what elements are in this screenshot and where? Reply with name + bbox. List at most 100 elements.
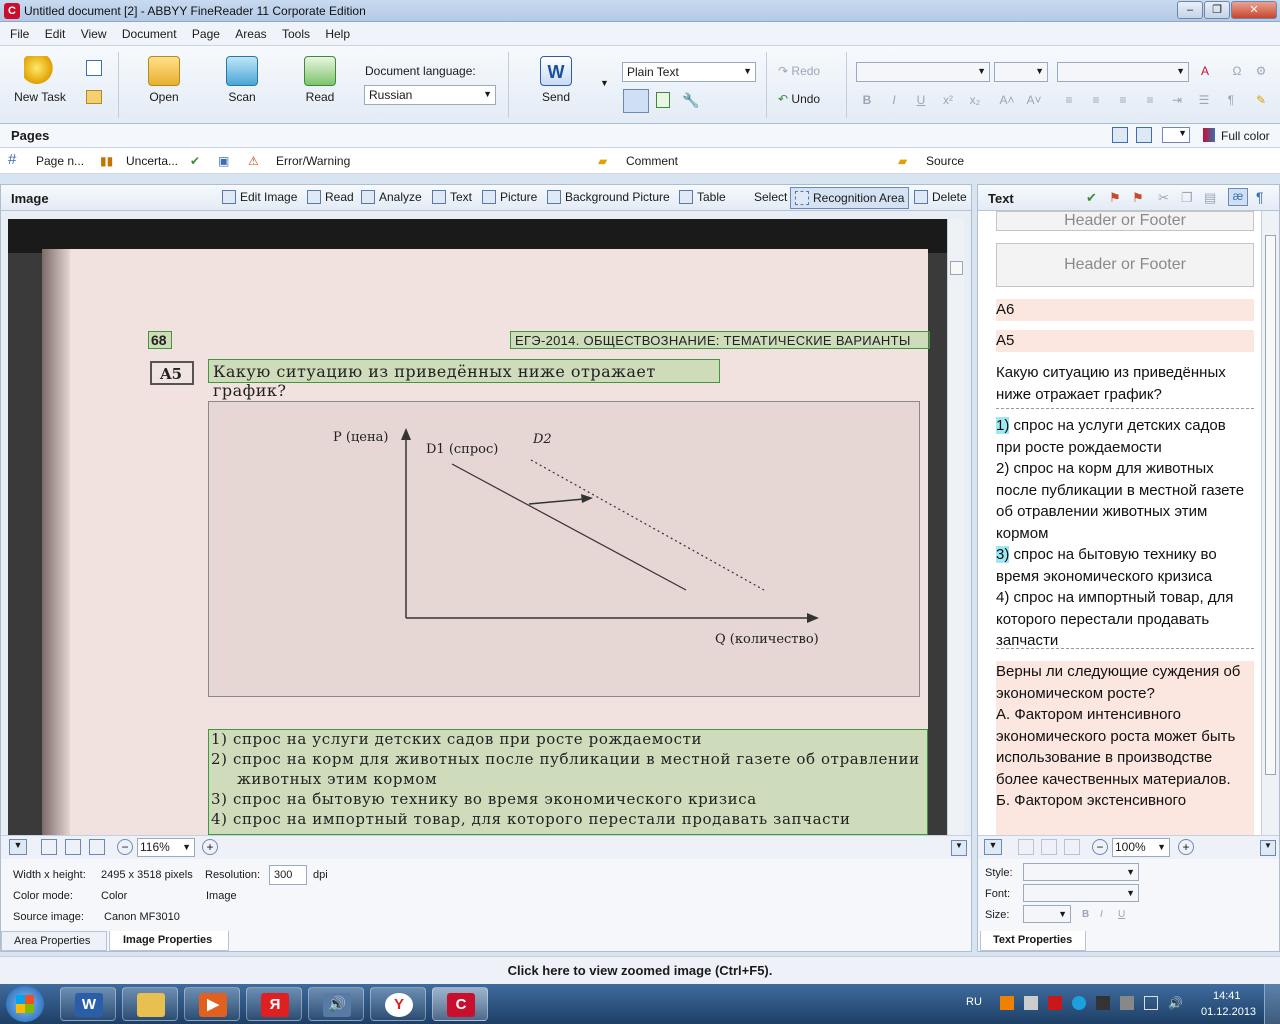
taskbar-yandex-browser[interactable]: Y xyxy=(370,987,426,1021)
cut-icon[interactable]: ✂ xyxy=(1158,190,1169,206)
text-style-select[interactable]: ▼ xyxy=(1023,863,1139,881)
full-color-button[interactable]: Full color xyxy=(1221,129,1270,143)
menu-page[interactable]: Page xyxy=(186,22,226,41)
recognition-area-chart[interactable]: P (цена) D1 (спрос) D2 Q (количество) xyxy=(208,401,920,697)
omega-icon[interactable]: Ω xyxy=(1228,62,1246,80)
recognition-area-tool[interactable]: Recognition Area xyxy=(790,187,910,209)
column-error-warning[interactable]: Error/Warning xyxy=(276,154,350,168)
page-up-icon[interactable] xyxy=(1112,127,1128,143)
fit-page-icon[interactable] xyxy=(41,839,57,855)
recognition-area-page-number[interactable]: 68 xyxy=(148,331,172,349)
resolution-input[interactable]: 300 xyxy=(269,865,307,885)
zoom-out-icon[interactable]: − xyxy=(1092,839,1108,855)
align-center-icon[interactable]: ≡ xyxy=(1087,91,1105,109)
skype-icon[interactable] xyxy=(1072,996,1086,1010)
align-right-icon[interactable]: ≡ xyxy=(1114,91,1132,109)
show-formatting-icon[interactable]: ¶ xyxy=(1256,189,1264,205)
taskbar-media[interactable]: ▶ xyxy=(184,987,240,1021)
analyze-tool[interactable]: Analyze xyxy=(361,190,422,204)
recognized-text-editor[interactable]: Header or Footer Header or Footer А6 А5 … xyxy=(978,211,1261,835)
size-combo[interactable]: ▼ xyxy=(994,62,1048,82)
menu-file[interactable]: File xyxy=(4,22,35,41)
network-icon[interactable] xyxy=(1144,996,1158,1010)
folder-small-icon[interactable] xyxy=(86,90,102,104)
column-source[interactable]: Source xyxy=(926,154,964,168)
select-tool[interactable]: Select xyxy=(736,190,787,204)
indent-icon[interactable]: ⇥ xyxy=(1168,91,1186,109)
text-zoom-select[interactable]: 100% ▼ xyxy=(1112,838,1170,857)
page-view-dropdown[interactable]: ▼ xyxy=(1162,127,1190,143)
send-button[interactable]: W Send xyxy=(526,56,586,104)
tray-icon-6[interactable] xyxy=(1120,996,1134,1010)
document-language-select[interactable]: Russian ▼ xyxy=(364,85,496,105)
highlight-pen-icon[interactable]: ✎ xyxy=(1252,91,1270,109)
scroll-down-icon[interactable]: ▼ xyxy=(951,840,967,856)
taskbar-yandex[interactable]: Я xyxy=(246,987,302,1021)
italic-icon[interactable]: I xyxy=(885,91,903,109)
paragraph-a6[interactable]: А6 xyxy=(996,299,1254,321)
column-comment[interactable]: Comment xyxy=(626,154,678,168)
header-footer-block-2[interactable]: Header or Footer xyxy=(996,243,1254,287)
two-pages-icon[interactable] xyxy=(89,839,105,855)
start-button[interactable] xyxy=(6,986,44,1022)
paragraph-answers[interactable]: 1) спрос на услуги детских садов при рос… xyxy=(996,415,1254,652)
fit-page-icon[interactable] xyxy=(1018,839,1034,855)
font-color-icon[interactable]: A xyxy=(1196,62,1214,80)
new-window-icon[interactable] xyxy=(86,60,102,76)
tray-icon-2[interactable] xyxy=(1024,996,1038,1010)
text-area-tool[interactable]: Text xyxy=(432,190,472,204)
column-uncertain[interactable]: Uncerta... xyxy=(126,154,178,168)
format-select[interactable]: Plain Text ▼ xyxy=(622,62,756,82)
scroll-down-icon[interactable]: ▼ xyxy=(1260,840,1276,856)
menu-view[interactable]: View xyxy=(75,22,113,41)
increase-font-icon[interactable]: A˄ xyxy=(998,91,1016,109)
new-task-button[interactable]: New Task xyxy=(8,56,72,104)
italic-icon[interactable]: I xyxy=(1100,909,1103,920)
bold-icon[interactable]: B xyxy=(1082,909,1089,920)
taskbar-sound[interactable]: 🔊 xyxy=(308,987,364,1021)
paste-icon[interactable]: ▤ xyxy=(1204,190,1216,206)
recognition-area-answers[interactable]: 1) спрос на услуги детских садов при рос… xyxy=(208,729,928,835)
menu-edit[interactable]: Edit xyxy=(39,22,72,41)
save-icon[interactable]: ▣ xyxy=(218,154,229,168)
read-tool[interactable]: Read xyxy=(307,190,354,204)
recognition-area-question[interactable]: Какую ситуацию из приведённых ниже отраж… xyxy=(208,359,720,400)
tray-icon-5[interactable] xyxy=(1096,996,1110,1010)
taskbar-finereader[interactable]: C xyxy=(432,987,488,1021)
table-area-tool[interactable]: Table xyxy=(679,190,726,204)
taskbar-explorer[interactable] xyxy=(122,987,178,1021)
fit-width-icon[interactable] xyxy=(65,839,81,855)
underline-icon[interactable]: U xyxy=(1118,909,1125,920)
decrease-font-icon[interactable]: A˅ xyxy=(1025,91,1043,109)
options-wrench-icon[interactable]: 🔧 xyxy=(682,92,699,108)
text-font-select[interactable]: ▼ xyxy=(1023,884,1139,902)
underline-icon[interactable]: U xyxy=(912,91,930,109)
menu-document[interactable]: Document xyxy=(116,22,183,41)
column-page-number[interactable]: Page n... xyxy=(36,154,84,168)
recognition-area-header[interactable]: ЕГЭ-2014. ОБЩЕСТВОЗНАНИЕ: ТЕМАТИЧЕСКИЕ В… xyxy=(510,331,930,349)
next-error-icon[interactable]: ⚑ xyxy=(1132,190,1144,206)
tray-icon-3[interactable] xyxy=(1048,996,1062,1010)
previous-error-icon[interactable]: ⚑ xyxy=(1109,190,1121,206)
edit-image-tool[interactable]: Edit Image xyxy=(222,190,297,204)
read-button[interactable]: Read xyxy=(290,56,350,104)
checkmark-icon[interactable]: ✔ xyxy=(190,154,200,168)
copy-icon[interactable]: ❐ xyxy=(1181,190,1193,206)
menu-areas[interactable]: Areas xyxy=(229,22,272,41)
tray-icon-1[interactable] xyxy=(1000,996,1014,1010)
collapse-icon[interactable]: ▼ xyxy=(984,839,1002,855)
background-picture-tool[interactable]: Background Picture xyxy=(547,190,670,204)
list-icon[interactable]: ☰ xyxy=(1195,91,1213,109)
zoom-image-hint-bar[interactable]: Click here to view zoomed image (Ctrl+F5… xyxy=(0,956,1280,984)
retain-layout-icon[interactable] xyxy=(623,89,649,113)
menu-tools[interactable]: Tools xyxy=(276,22,316,41)
scroll-thumb[interactable] xyxy=(950,261,963,275)
tab-area-properties[interactable]: Area Properties xyxy=(1,931,107,951)
language-indicator[interactable]: RU xyxy=(966,996,982,1008)
tab-text-properties[interactable]: Text Properties xyxy=(980,931,1086,951)
superscript-icon[interactable]: x² xyxy=(939,91,957,109)
maximize-button[interactable]: ❐ xyxy=(1204,1,1230,19)
delete-tool[interactable]: Delete xyxy=(914,190,967,204)
image-zoom-select[interactable]: 116% ▼ xyxy=(137,838,195,857)
paragraph-a5[interactable]: А5 xyxy=(996,330,1254,352)
